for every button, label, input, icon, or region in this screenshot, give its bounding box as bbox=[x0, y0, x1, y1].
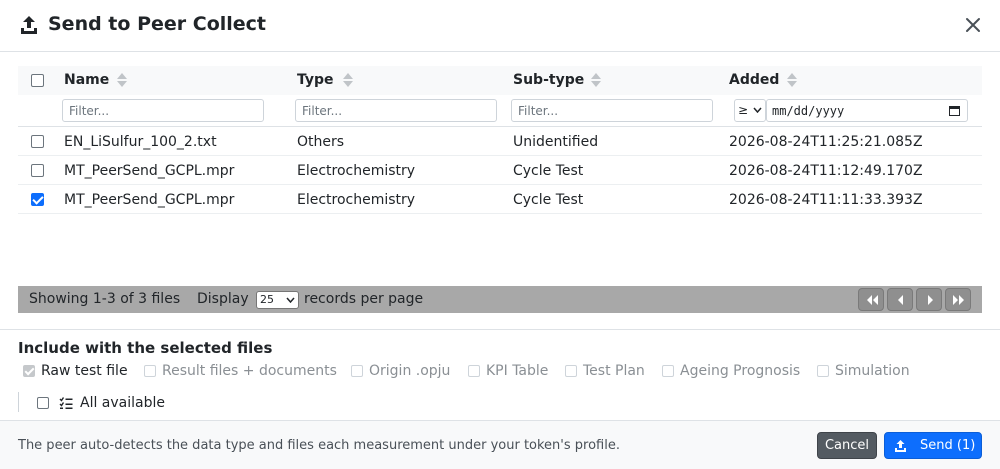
all-available-checkbox[interactable] bbox=[37, 397, 49, 409]
file-subtype: Unidentified bbox=[513, 134, 599, 150]
send-label: Send (1) bbox=[920, 438, 976, 453]
origin-opju-checkbox bbox=[351, 365, 363, 377]
column-header-name[interactable]: Name bbox=[64, 72, 109, 88]
divider bbox=[18, 392, 19, 412]
cancel-button[interactable]: Cancel bbox=[817, 432, 877, 459]
include-section: Include with the selected files Raw test… bbox=[0, 329, 1000, 420]
file-added: 2026-08-24T11:11:33.393Z bbox=[729, 192, 923, 208]
first-page-button[interactable] bbox=[858, 288, 884, 311]
date-placeholder: mm/dd/yyyy bbox=[772, 104, 845, 118]
sort-icon[interactable] bbox=[342, 71, 354, 89]
table-row[interactable]: MT_PeerSend_GCPL.mpr Electrochemistry Cy… bbox=[18, 156, 982, 185]
file-type: Electrochemistry bbox=[297, 192, 416, 208]
table-row[interactable]: MT_PeerSend_GCPL.mpr Electrochemistry Cy… bbox=[18, 185, 982, 214]
all-available-label: All available bbox=[80, 395, 165, 411]
option-label: Test Plan bbox=[583, 363, 645, 379]
records-summary: Showing 1-3 of 3 files bbox=[29, 291, 181, 307]
footer-note: The peer auto-detects the data type and … bbox=[18, 438, 620, 453]
select-all-checkbox[interactable] bbox=[31, 74, 44, 87]
option-label: Ageing Prognosis bbox=[680, 363, 801, 379]
table-row[interactable]: EN_LiSulfur_100_2.txt Others Unidentifie… bbox=[18, 127, 982, 156]
pagination-bar: Showing 1-3 of 3 files Display 25 record… bbox=[18, 286, 982, 313]
dialog-footer: The peer auto-detects the data type and … bbox=[0, 420, 1000, 469]
chevron-left-icon bbox=[898, 295, 903, 305]
test-plan-checkbox bbox=[565, 365, 577, 377]
file-subtype: Cycle Test bbox=[513, 163, 584, 179]
raw-test-file-checkbox bbox=[23, 365, 35, 377]
upload-icon bbox=[21, 16, 37, 34]
file-name: MT_PeerSend_GCPL.mpr bbox=[64, 192, 235, 208]
result-files-checkbox bbox=[144, 365, 156, 377]
type-filter-input[interactable]: Filter... bbox=[295, 99, 497, 122]
added-date-input[interactable]: mm/dd/yyyy bbox=[766, 99, 968, 122]
file-type: Electrochemistry bbox=[297, 163, 416, 179]
table-header-row: Name Type Sub-type Added bbox=[18, 66, 982, 95]
simulation-checkbox bbox=[817, 365, 829, 377]
chevron-down-icon bbox=[286, 297, 295, 303]
double-chevron-right-icon bbox=[953, 295, 964, 305]
option-label: Simulation bbox=[835, 363, 910, 379]
dialog-header: Send to Peer Collect bbox=[0, 0, 1000, 52]
sort-icon[interactable] bbox=[786, 71, 798, 89]
sort-icon[interactable] bbox=[590, 71, 602, 89]
dialog-title: Send to Peer Collect bbox=[48, 13, 266, 35]
ageing-prognosis-checkbox bbox=[662, 365, 674, 377]
row-checkbox[interactable] bbox=[31, 193, 44, 206]
send-button[interactable]: Send (1) bbox=[884, 432, 982, 459]
name-filter-input[interactable]: Filter... bbox=[62, 99, 264, 122]
chevron-right-icon bbox=[928, 295, 933, 305]
column-header-subtype[interactable]: Sub-type bbox=[513, 72, 584, 88]
file-type: Others bbox=[297, 134, 345, 150]
option-label: Raw test file bbox=[41, 363, 128, 379]
subtype-filter-input[interactable]: Filter... bbox=[511, 99, 713, 122]
option-label: KPI Table bbox=[486, 363, 549, 379]
column-header-type[interactable]: Type bbox=[297, 72, 334, 88]
page-size-value: 25 bbox=[260, 293, 274, 306]
double-chevron-left-icon bbox=[867, 295, 878, 305]
records-per-page-label: records per page bbox=[304, 291, 424, 307]
row-checkbox[interactable] bbox=[31, 164, 44, 177]
next-page-button[interactable] bbox=[916, 288, 942, 311]
filter-row: Filter... Filter... Filter... ≥ mm/dd/yy… bbox=[18, 95, 982, 127]
upload-icon bbox=[895, 440, 906, 452]
page-size-select[interactable]: 25 bbox=[256, 291, 299, 309]
list-check-icon bbox=[59, 397, 73, 409]
last-page-button[interactable] bbox=[945, 288, 971, 311]
kpi-table-checkbox bbox=[468, 365, 480, 377]
files-table: Name Type Sub-type Added Filter... Filte… bbox=[18, 66, 982, 286]
include-title: Include with the selected files bbox=[18, 339, 273, 357]
option-label: Result files + documents bbox=[162, 363, 337, 379]
close-icon[interactable] bbox=[962, 14, 984, 36]
row-checkbox[interactable] bbox=[31, 135, 44, 148]
display-label: Display bbox=[197, 291, 249, 307]
file-added: 2026-08-24T11:25:21.085Z bbox=[729, 134, 923, 150]
sort-icon[interactable] bbox=[116, 71, 128, 89]
file-added: 2026-08-24T11:12:49.170Z bbox=[729, 163, 923, 179]
operator-value: ≥ bbox=[738, 103, 749, 117]
column-header-added[interactable]: Added bbox=[729, 72, 779, 88]
option-label: Origin .opju bbox=[369, 363, 451, 379]
file-name: EN_LiSulfur_100_2.txt bbox=[64, 134, 217, 150]
file-subtype: Cycle Test bbox=[513, 192, 584, 208]
chevron-down-icon bbox=[753, 107, 762, 113]
calendar-icon[interactable] bbox=[949, 105, 960, 116]
added-operator-select[interactable]: ≥ bbox=[734, 99, 766, 122]
previous-page-button[interactable] bbox=[887, 288, 913, 311]
file-name: MT_PeerSend_GCPL.mpr bbox=[64, 163, 235, 179]
